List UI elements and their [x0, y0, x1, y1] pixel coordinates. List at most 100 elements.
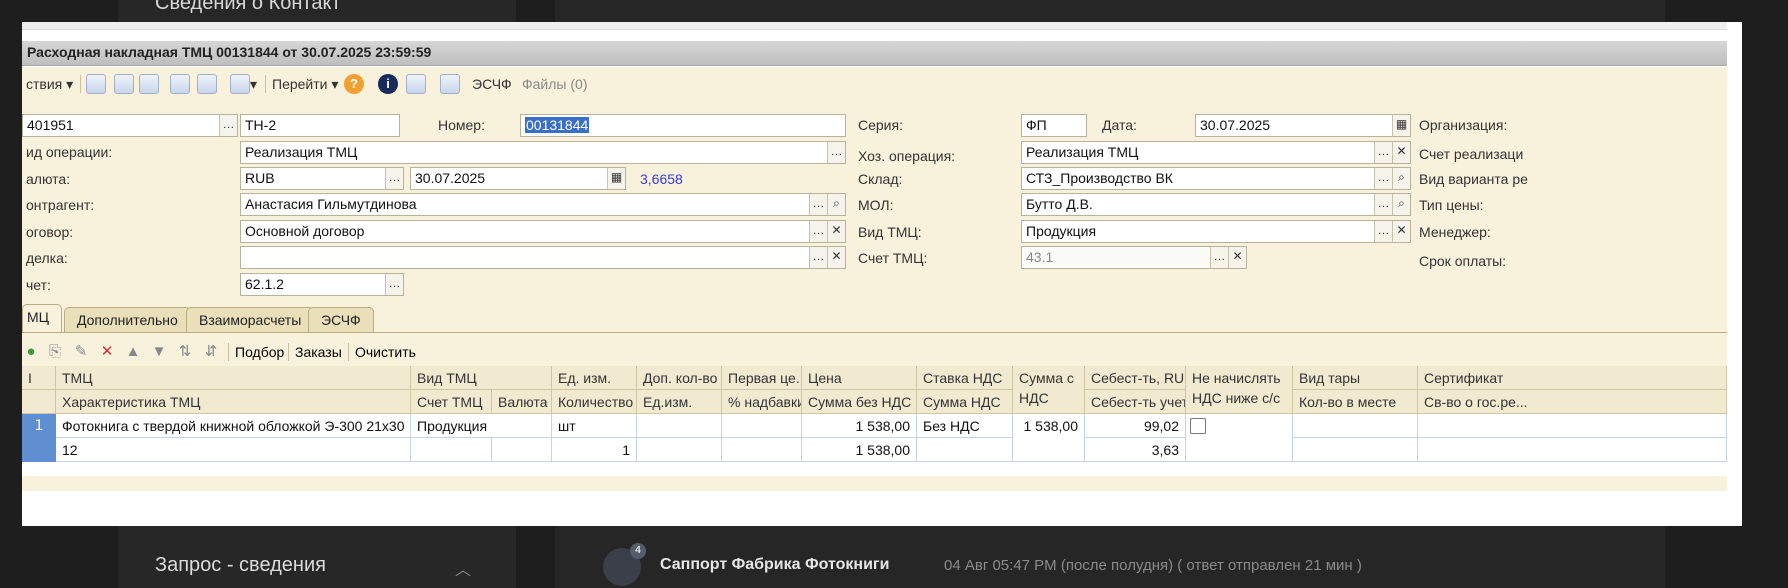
- clear-icon[interactable]: ✕: [1392, 142, 1410, 163]
- cell-first-price[interactable]: [722, 414, 802, 438]
- contract-field[interactable]: Основной договор… ✕: [240, 220, 846, 243]
- col-header-sum-without-vat[interactable]: Сумма без НДС: [802, 390, 917, 414]
- cell-quantity[interactable]: 1: [552, 438, 637, 462]
- cell-cost[interactable]: 99,02: [1085, 414, 1186, 438]
- col-header-certificate[interactable]: Сертификат: [1418, 366, 1727, 390]
- tab-eschf[interactable]: ЭСЧФ: [308, 307, 374, 333]
- cell-vat-rate[interactable]: Без НДС: [917, 414, 1013, 438]
- cell-tmc-type[interactable]: Продукция: [411, 414, 552, 438]
- copy-row-icon[interactable]: ⎘: [46, 343, 64, 361]
- col-header-extra-qty[interactable]: Доп. кол-во: [637, 366, 722, 390]
- edit-icon[interactable]: ✎: [72, 343, 90, 361]
- col-header-vat-rate[interactable]: Ставка НДС: [917, 366, 1013, 390]
- eschf-button[interactable]: ЭСЧФ: [472, 73, 512, 95]
- tab-additional[interactable]: Дополнительно: [64, 307, 191, 333]
- col-header-currency[interactable]: Валюта: [492, 390, 552, 414]
- cell-markup[interactable]: [722, 438, 802, 462]
- goto-menu[interactable]: Перейти ▾: [272, 73, 338, 95]
- ellipsis-icon[interactable]: …: [1374, 194, 1392, 215]
- col-header-tmc-account[interactable]: Счет ТМЦ: [411, 390, 492, 414]
- copy-document-icon[interactable]: [139, 74, 159, 94]
- ellipsis-icon[interactable]: …: [385, 274, 403, 295]
- dropdown-arrow-icon[interactable]: ▾: [250, 73, 257, 95]
- tmc-type-field[interactable]: Продукция… ✕: [1021, 220, 1411, 243]
- cell-certificate[interactable]: [1418, 414, 1727, 438]
- save-write-icon[interactable]: [86, 74, 106, 94]
- cell-vat-sum[interactable]: [917, 438, 1013, 462]
- number-field[interactable]: 00131844: [520, 114, 846, 137]
- request-section-title[interactable]: Запрос - сведения: [155, 554, 326, 577]
- move-up-icon[interactable]: ▲: [124, 343, 142, 361]
- clear-icon[interactable]: ✕: [1228, 247, 1246, 268]
- no-vat-below-cost-checkbox[interactable]: [1190, 418, 1206, 434]
- tab-settlements[interactable]: Взаиморасчеты: [186, 307, 315, 333]
- structure-icon[interactable]: [440, 74, 460, 94]
- rate-date-field[interactable]: 30.07.2025 ▦: [410, 167, 626, 190]
- post-document-icon[interactable]: [114, 74, 134, 94]
- create-based-on-icon[interactable]: [230, 74, 250, 94]
- currency-field[interactable]: RUB…: [240, 167, 404, 190]
- clear-icon[interactable]: ✕: [1392, 221, 1410, 242]
- exchange-rate-link[interactable]: 3,6658: [640, 171, 683, 187]
- search-icon[interactable]: ⌕: [1392, 194, 1410, 215]
- col-header-qty-per-place[interactable]: Кол-во в месте: [1293, 390, 1418, 414]
- op-type-field[interactable]: Реализация ТМЦ…: [240, 141, 846, 164]
- cell-qty-per-place[interactable]: [1293, 438, 1418, 462]
- move-down-icon[interactable]: ▼: [150, 343, 168, 361]
- cell-extra-qty[interactable]: [637, 414, 722, 438]
- dt-kt-icon[interactable]: [406, 74, 426, 94]
- col-header-first-price[interactable]: Первая це...: [722, 366, 802, 390]
- orders-button[interactable]: Заказы: [295, 341, 342, 363]
- col-header-index[interactable]: I: [22, 366, 56, 390]
- sort-asc-icon[interactable]: ⇅: [176, 343, 194, 361]
- print-icon[interactable]: [170, 74, 190, 94]
- ellipsis-icon[interactable]: …: [809, 221, 827, 242]
- col-header-tmc[interactable]: ТМЦ: [56, 366, 411, 390]
- mol-field[interactable]: Бутто Д.В.… ⌕: [1021, 193, 1411, 216]
- tab-tmc[interactable]: МЦ: [22, 304, 63, 333]
- print-preview-icon[interactable]: [197, 74, 217, 94]
- cell-container-type[interactable]: [1293, 414, 1418, 438]
- cell-tmc[interactable]: Фотокнига с твердой книжной обложкой Э-3…: [56, 414, 411, 438]
- ellipsis-icon[interactable]: …: [1210, 247, 1228, 268]
- files-button[interactable]: Файлы (0): [522, 73, 587, 95]
- delete-icon[interactable]: ✕: [98, 343, 116, 361]
- col-header-markup[interactable]: % надбавки: [722, 390, 802, 414]
- cell-extra-unit[interactable]: [637, 438, 722, 462]
- cell-unit[interactable]: шт: [552, 414, 637, 438]
- cell-tmc-account[interactable]: [411, 438, 492, 462]
- chevron-up-icon[interactable]: ︿: [455, 556, 471, 580]
- cell-cost-accounting[interactable]: 3,63: [1085, 438, 1186, 462]
- calendar-icon[interactable]: ▦: [607, 168, 625, 189]
- doc-type-field[interactable]: ТН-2: [240, 114, 400, 137]
- ellipsis-icon[interactable]: …: [1374, 168, 1392, 189]
- ellipsis-icon[interactable]: …: [1374, 221, 1392, 242]
- col-header-sum-with-vat[interactable]: Сумма с НДС: [1013, 366, 1085, 414]
- series-field[interactable]: ФП: [1021, 114, 1087, 137]
- ellipsis-icon[interactable]: …: [809, 194, 827, 215]
- col-header-quantity[interactable]: Количество: [552, 390, 637, 414]
- account-field[interactable]: 62.1.2…: [240, 273, 404, 296]
- col-header-cost[interactable]: Себест-ть, RUB: [1085, 366, 1186, 390]
- col-header-container-type[interactable]: Вид тары: [1293, 366, 1418, 390]
- row-number[interactable]: 1: [22, 414, 56, 462]
- cell-price[interactable]: 1 538,00: [802, 414, 917, 438]
- col-header-tmc-characteristic[interactable]: Характеристика ТМЦ: [56, 390, 411, 414]
- cell-tmc-characteristic[interactable]: 12: [56, 438, 411, 462]
- add-row-icon[interactable]: ●: [22, 343, 40, 361]
- clear-icon[interactable]: ✕: [827, 221, 845, 242]
- ellipsis-icon[interactable]: …: [1374, 142, 1392, 163]
- clear-button[interactable]: Очистить: [355, 341, 416, 363]
- info-icon[interactable]: i: [378, 74, 398, 94]
- contractor-field[interactable]: Анастасия Гильмутдинова… ⌕: [240, 193, 846, 216]
- cell-currency[interactable]: [492, 438, 552, 462]
- actions-menu[interactable]: ствия ▾: [26, 73, 73, 95]
- calendar-icon[interactable]: ▦: [1392, 115, 1410, 136]
- search-icon[interactable]: ⌕: [1392, 168, 1410, 189]
- help-icon[interactable]: ?: [344, 74, 364, 94]
- deal-field[interactable]: … ✕: [240, 246, 846, 269]
- sort-desc-icon[interactable]: ⇵: [202, 343, 220, 361]
- code-field[interactable]: 401951…: [22, 114, 238, 137]
- ellipsis-icon[interactable]: …: [809, 247, 827, 268]
- clear-icon[interactable]: ✕: [827, 247, 845, 268]
